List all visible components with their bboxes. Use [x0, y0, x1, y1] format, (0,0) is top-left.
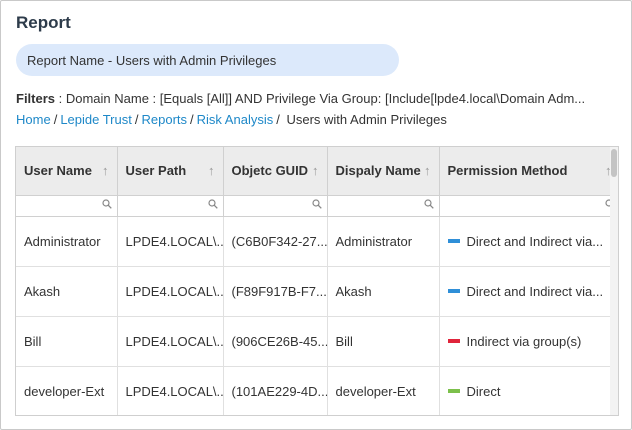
filters-label: Filters [16, 91, 56, 106]
cell-permission-method: Direct and Indirect via... [439, 266, 618, 317]
breadcrumb-separator: / [134, 112, 139, 127]
breadcrumb: Home / Lepide Trust / Reports / Risk Analysis /… [16, 112, 447, 127]
sort-arrow-icon[interactable]: ↑ [102, 163, 109, 178]
cell-user-path: LPDE4.LOCAL\... [117, 266, 224, 317]
cell-display-name: Akash [327, 266, 440, 317]
table-row[interactable]: Bill LPDE4.LOCAL\... (906CE26B-45... Bil… [16, 316, 618, 367]
header-row: User Name ↑ User Path ↑ Objetc GUID ↑ Dispa… [16, 147, 618, 196]
cell-user-name: Administrator [16, 216, 118, 267]
report-table: User Name ↑ User Path ↑ Objetc GUID ↑ Dispa… [16, 147, 618, 415]
permission-method-text: Direct [466, 383, 501, 399]
table-row[interactable]: developer-Ext LPDE4.LOCAL\... (101AE229-… [16, 366, 618, 415]
cell-object-guid: (101AE229-4D... [223, 366, 328, 415]
filters-summary: Filters : Domain Name : [Equals [All]] A… [16, 91, 616, 106]
permission-color-marker [447, 339, 460, 344]
column-header-display-name[interactable]: Dispaly Name ↑ [327, 147, 440, 196]
filter-cell-user-path[interactable] [117, 195, 224, 217]
magnifier-icon[interactable] [423, 198, 434, 209]
breadcrumb-separator: / [53, 112, 58, 127]
table-row[interactable]: Administrator LPDE4.LOCAL\... (C6B0F342-… [16, 216, 618, 267]
sort-arrow-icon[interactable]: ↑ [312, 163, 319, 178]
filter-row [16, 195, 618, 217]
sort-arrow-icon[interactable]: ↑ [208, 163, 215, 178]
permission-method-text: Direct and Indirect via... [466, 283, 604, 299]
cell-display-name: Bill [327, 316, 440, 367]
filter-cell-permission-method[interactable] [439, 195, 618, 217]
cell-user-name: Bill [16, 316, 118, 367]
cell-user-path: LPDE4.LOCAL\... [117, 316, 224, 367]
cell-user-path: LPDE4.LOCAL\... [117, 216, 224, 267]
cell-permission-method: Direct [439, 366, 618, 415]
cell-object-guid: (C6B0F342-27... [223, 216, 328, 267]
cell-object-guid: (906CE26B-45... [223, 316, 328, 367]
breadcrumb-current: Users with Admin Privileges [286, 112, 447, 127]
filter-cell-user-name[interactable] [16, 195, 118, 217]
report-grid: User Name ↑ User Path ↑ Objetc GUID ↑ Dispa… [15, 146, 619, 416]
breadcrumb-home[interactable]: Home [16, 112, 51, 127]
permission-method-text: Indirect via group(s) [466, 333, 582, 349]
column-header-user-path[interactable]: User Path ↑ [117, 147, 224, 196]
report-panel: Report Report Name - Users with Admin Pr… [0, 0, 632, 430]
breadcrumb-lepide-trust[interactable]: Lepide Trust [60, 112, 132, 127]
breadcrumb-separator: / [190, 112, 194, 127]
filters-text: : Domain Name : [Equals [All]] AND Privi… [55, 91, 586, 106]
breadcrumb-reports[interactable]: Reports [141, 112, 187, 127]
cell-user-path: LPDE4.LOCAL\... [117, 366, 224, 415]
vertical-scrollbar[interactable] [610, 147, 618, 415]
page-title: Report [16, 13, 71, 32]
permission-color-marker [447, 289, 460, 294]
sort-arrow-icon[interactable]: ↑ [424, 163, 431, 178]
cell-display-name: Administrator [327, 216, 440, 267]
cell-user-name: developer-Ext [16, 366, 118, 415]
permission-color-marker [447, 389, 460, 394]
filter-cell-display-name[interactable] [327, 195, 440, 217]
magnifier-icon[interactable] [207, 198, 218, 209]
column-header-object-guid[interactable]: Objetc GUID ↑ [223, 147, 328, 196]
cell-user-name: Akash [16, 266, 118, 317]
magnifier-icon[interactable] [101, 198, 112, 209]
table-row[interactable]: Akash LPDE4.LOCAL\... (F89F917B-F7... Ak… [16, 266, 618, 317]
cell-object-guid: (F89F917B-F7... [223, 266, 328, 317]
cell-permission-method: Direct and Indirect via... [439, 216, 618, 267]
scrollbar-thumb[interactable] [611, 149, 617, 177]
breadcrumb-risk-analysis[interactable]: Risk Analysis [197, 112, 274, 127]
filter-cell-object-guid[interactable] [223, 195, 328, 217]
column-header-permission-method[interactable]: Permission Method ↑ [439, 147, 618, 196]
breadcrumb-separator: / [276, 112, 280, 127]
cell-display-name: developer-Ext [327, 366, 440, 415]
column-header-user-name[interactable]: User Name ↑ [16, 147, 118, 196]
magnifier-icon[interactable] [311, 198, 322, 209]
permission-color-marker [447, 239, 460, 244]
cell-permission-method: Indirect via group(s) [439, 316, 618, 367]
report-name-badge: Report Name - Users with Admin Privilege… [16, 44, 399, 76]
permission-method-text: Direct and Indirect via... [466, 233, 604, 249]
